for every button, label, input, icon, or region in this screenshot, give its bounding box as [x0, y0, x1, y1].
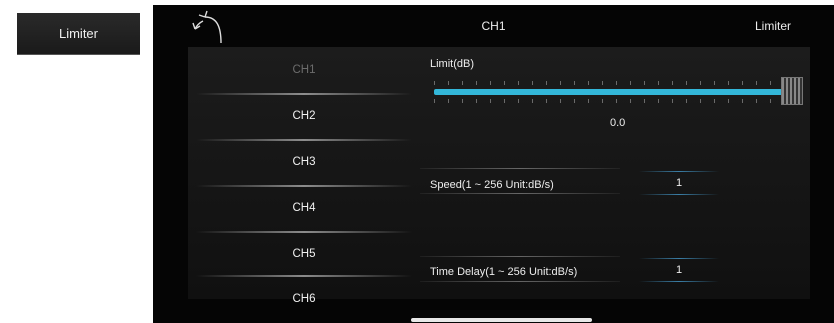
channel-item-ch3[interactable]: CH3 [188, 139, 420, 184]
divider [420, 256, 620, 257]
time-delay-input[interactable]: 1 [639, 258, 719, 282]
channel-item-label: CH4 [292, 201, 316, 214]
channel-item-ch5[interactable]: CH5 [188, 231, 420, 276]
channel-item-label: CH6 [292, 292, 316, 305]
limiter-app: CH1 Limiter CH1 CH2 CH3 CH4 CH5 CH6 Limi… [153, 5, 834, 323]
time-delay-label: Time Delay(1 ~ 256 Unit:dB/s) [430, 266, 578, 278]
speed-label: Speed(1 ~ 256 Unit:dB/s) [430, 179, 554, 191]
slider-ticks-bottom [434, 99, 789, 103]
divider [420, 281, 620, 282]
time-delay-value: 1 [675, 264, 683, 276]
limit-slider-thumb[interactable] [781, 77, 803, 105]
limit-slider-fill [434, 89, 784, 95]
limiter-side-button-label: Limiter [58, 26, 98, 41]
channel-list: CH1 CH2 CH3 CH4 CH5 CH6 [188, 47, 420, 305]
limit-label: Limit(dB) [430, 58, 475, 70]
channel-item-label: CH3 [292, 155, 316, 168]
channel-item-label: CH1 [292, 63, 316, 76]
channel-item-ch4[interactable]: CH4 [188, 185, 420, 230]
divider [420, 193, 620, 194]
limit-value: 0.0 [610, 117, 626, 129]
limiter-side-button[interactable]: Limiter [17, 13, 140, 55]
channel-item-ch2[interactable]: CH2 [188, 93, 420, 138]
channel-item-ch1[interactable]: CH1 [188, 47, 420, 92]
slider-ticks-top [434, 81, 789, 85]
speed-input[interactable]: 1 [639, 171, 719, 195]
channel-item-ch6[interactable]: CH6 [188, 276, 420, 321]
channel-item-label: CH5 [292, 247, 316, 260]
page-title: CH1 [481, 19, 506, 33]
main-panel: CH1 CH2 CH3 CH4 CH5 CH6 Limit(dB) 0.0 Sp… [188, 47, 810, 305]
channel-settings: Limit(dB) 0.0 Speed(1 ~ 256 Unit:dB/s) 1… [420, 47, 810, 299]
top-bar: CH1 Limiter [153, 5, 834, 47]
channel-item-label: CH2 [292, 109, 316, 122]
home-indicator[interactable] [411, 318, 592, 322]
limit-slider[interactable] [426, 75, 804, 109]
speed-value: 1 [675, 177, 683, 189]
mode-label: Limiter [754, 19, 791, 33]
divider [420, 168, 620, 169]
